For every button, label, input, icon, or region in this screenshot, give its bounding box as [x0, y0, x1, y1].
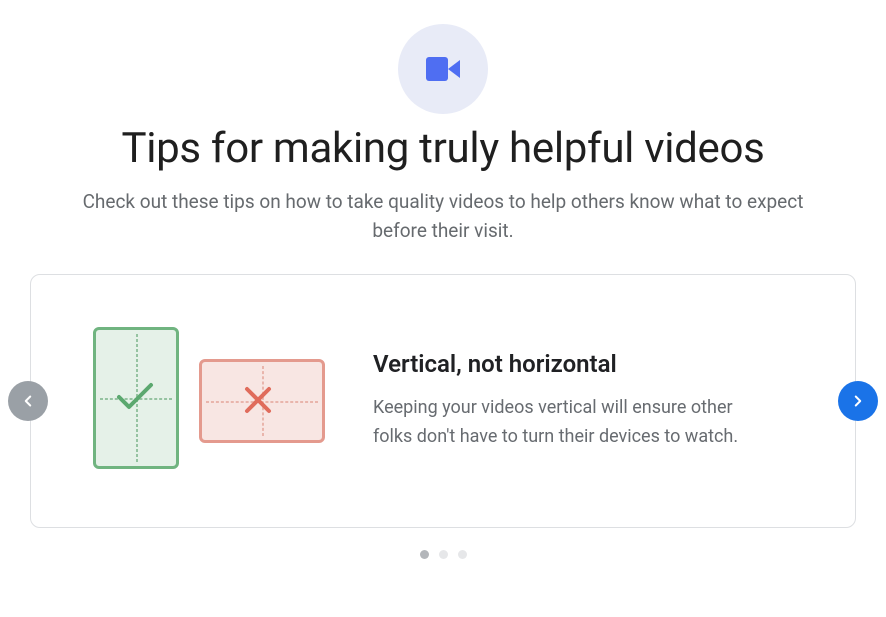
header-icon-circle — [398, 24, 488, 114]
check-icon — [115, 379, 155, 413]
carousel-dot-2[interactable] — [439, 550, 448, 559]
carousel-dot-3[interactable] — [458, 550, 467, 559]
cross-icon — [241, 383, 275, 417]
tip-card: Vertical, not horizontal Keeping your vi… — [30, 274, 856, 528]
tips-panel: Tips for making truly helpful videos Che… — [0, 0, 886, 571]
tip-text: Vertical, not horizontal Keeping your vi… — [343, 350, 813, 452]
carousel: Vertical, not horizontal Keeping your vi… — [0, 274, 886, 528]
carousel-prev-button[interactable] — [8, 381, 48, 421]
tip-body: Keeping your videos vertical will ensure… — [373, 394, 743, 452]
tip-illustration — [73, 311, 343, 491]
page-title: Tips for making truly helpful videos — [40, 124, 846, 173]
chevron-left-icon — [19, 392, 37, 410]
carousel-next-button[interactable] — [838, 381, 878, 421]
carousel-dot-1[interactable] — [420, 550, 429, 559]
page-subtitle: Check out these tips on how to take qual… — [73, 187, 813, 246]
video-camera-icon — [426, 57, 460, 81]
tip-heading: Vertical, not horizontal — [373, 350, 813, 378]
carousel-dots — [0, 550, 886, 559]
chevron-right-icon — [849, 392, 867, 410]
